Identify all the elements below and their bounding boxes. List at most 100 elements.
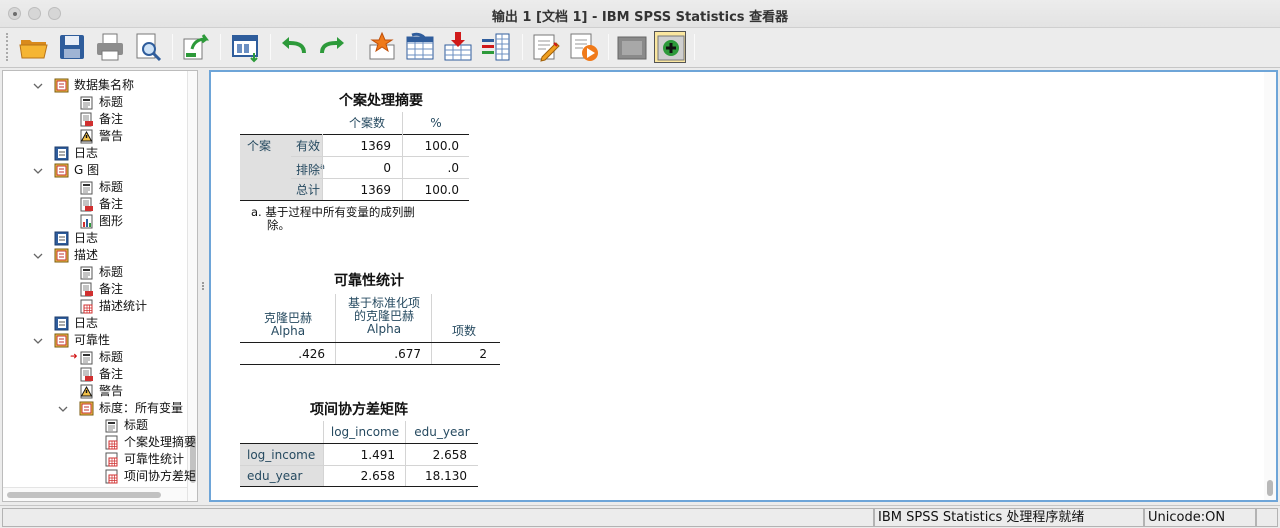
- title-doc-icon: [104, 418, 119, 433]
- recall-dialog-icon: [230, 31, 262, 63]
- case-summary-excluded-pct: .0: [447, 161, 459, 175]
- outline-item-label: 标题: [124, 418, 149, 432]
- outline-toggle-dataset-name[interactable]: [33, 77, 43, 94]
- unicode-status: Unicode:ON: [1144, 508, 1256, 527]
- outline-item-label: 标题: [99, 95, 124, 109]
- hide-icon: [616, 31, 648, 63]
- run-script-icon: [568, 31, 600, 63]
- toolbar: [0, 28, 1280, 68]
- outline-item-label: 日志: [74, 146, 99, 160]
- toolbar-grip[interactable]: [6, 33, 9, 61]
- variables-icon: [480, 31, 512, 63]
- case-summary-footnote-2: 除。: [267, 218, 290, 232]
- export-icon: [180, 31, 212, 63]
- covariance-edu-year-log-income: 2.658: [360, 469, 395, 483]
- chart-doc-icon: [79, 214, 94, 229]
- outline-toggle-reliability[interactable]: [33, 332, 43, 349]
- title-bar: 输出 1 [文档 1] - IBM SPSS Statistics 查看器: [0, 0, 1280, 28]
- outline-item-label: 日志: [74, 231, 99, 245]
- redo-button[interactable]: [316, 31, 348, 63]
- title-doc-icon: [79, 350, 94, 365]
- case-summary-header-pct: %: [430, 116, 442, 130]
- recall-dialog-button[interactable]: [230, 31, 262, 63]
- outline-item-label: 警告: [99, 384, 124, 398]
- covariance-title[interactable]: 项间协方差矩阵: [259, 399, 459, 419]
- reliability-title[interactable]: 可靠性统计: [269, 270, 469, 290]
- covariance-edu-year-edu-year: 18.130: [425, 469, 467, 483]
- save-button[interactable]: [56, 31, 88, 63]
- status-message-area: [2, 508, 874, 527]
- outline-item-label: 个案处理摘要: [124, 435, 197, 449]
- print-icon: [94, 31, 126, 63]
- reliability-header-items: 项数: [451, 324, 476, 338]
- export-button[interactable]: [180, 31, 212, 63]
- insert-new-item-button[interactable]: [654, 31, 686, 63]
- goto-data-icon: [366, 31, 398, 63]
- outline-item-label: 项间协方差矩阵: [124, 469, 197, 483]
- outline-item-label: 可靠性: [74, 333, 111, 347]
- case-summary-title[interactable]: 个案处理摘要: [271, 90, 491, 110]
- outline-item-label: 备注: [99, 197, 124, 211]
- goto-variable-icon: [442, 31, 474, 63]
- outline-toggle-descriptives[interactable]: [33, 247, 43, 264]
- title-doc-icon: [79, 265, 94, 280]
- hide-button[interactable]: [616, 31, 648, 63]
- notes-doc-icon: [79, 112, 94, 127]
- table-doc-icon: [79, 299, 94, 314]
- table-doc-icon: [104, 469, 119, 484]
- outline-pane[interactable]: 数据集名称 标题 备注 警告 日志 G 图标题 备注 图形 日志 描述 标题 备注 描述统计 日志 可靠性标…: [2, 70, 198, 502]
- open-button[interactable]: [18, 31, 50, 63]
- outline-item-label: 警告: [99, 129, 124, 143]
- goto-data-button[interactable]: [366, 31, 398, 63]
- case-summary-group-label: 个案: [247, 139, 272, 153]
- print-preview-button[interactable]: [132, 31, 164, 63]
- procedure-book-icon: [54, 248, 69, 263]
- outline-item-label: 图形: [99, 214, 124, 228]
- title-doc-icon: [79, 95, 94, 110]
- outline-horizontal-scrollbar[interactable]: [3, 487, 187, 501]
- covariance-header-log-income: log_income: [330, 425, 400, 439]
- variables-button[interactable]: [480, 31, 512, 63]
- outline-item-label: 备注: [99, 367, 124, 381]
- output-vertical-scrollbar[interactable]: [1264, 72, 1276, 500]
- save-icon: [56, 31, 88, 63]
- goto-variable-button[interactable]: [442, 31, 474, 63]
- outline-item-label: 标度：所有变量: [99, 401, 184, 415]
- current-item-arrow-icon: ➜: [70, 352, 78, 362]
- output-vertical-scroll-thumb[interactable]: [1267, 480, 1273, 496]
- reliability-header-alpha-1: 克隆巴赫: [263, 311, 312, 325]
- outline-toggle-scale-all-variables[interactable]: [58, 400, 68, 417]
- reliability-header-std-alpha-3: Alpha: [366, 322, 402, 336]
- notes-doc-icon: [79, 197, 94, 212]
- procedure-book-icon: [54, 163, 69, 178]
- print-preview-icon: [132, 31, 164, 63]
- undo-icon: [278, 31, 310, 63]
- table-doc-icon: [104, 452, 119, 467]
- run-script-button[interactable]: [568, 31, 600, 63]
- print-button[interactable]: [94, 31, 126, 63]
- log-book-icon: [54, 146, 69, 161]
- outline-item-label: 标题: [99, 265, 124, 279]
- outline-item-label: 可靠性统计: [124, 452, 185, 466]
- case-summary-valid-pct: 100.0: [424, 139, 459, 153]
- outline-item-label: 标题: [99, 350, 124, 364]
- case-summary-row-valid: 有效: [296, 139, 321, 153]
- outline-item-label: 数据集名称: [74, 78, 135, 92]
- status-extra: [1256, 508, 1278, 527]
- case-summary-header-n: 个案数: [348, 116, 385, 130]
- edit-output-button[interactable]: [530, 31, 562, 63]
- log-book-icon: [54, 316, 69, 331]
- outline-horizontal-scroll-thumb[interactable]: [7, 492, 161, 498]
- undo-button[interactable]: [278, 31, 310, 63]
- window-title: 输出 1 [文档 1] - IBM SPSS Statistics 查看器: [491, 10, 789, 25]
- status-bar: IBM SPSS Statistics 处理程序就绪 Unicode:ON: [0, 505, 1280, 528]
- outline-toggle-graph[interactable]: [33, 162, 43, 179]
- outline-item-label: 备注: [99, 112, 124, 126]
- goto-case-button[interactable]: [404, 31, 436, 63]
- reliability-header-std-alpha-2: 的克隆巴赫: [353, 309, 414, 323]
- warning-icon: [79, 384, 94, 399]
- output-document-pane[interactable]: 个案处理摘要 个案数 % 个案 有效 1369 100.0 排除a 0 .0 总…: [209, 70, 1278, 502]
- covariance-row-log-income: log_income: [247, 448, 316, 462]
- pane-splitter[interactable]: [199, 70, 208, 502]
- outline-item-label: 描述: [74, 248, 99, 262]
